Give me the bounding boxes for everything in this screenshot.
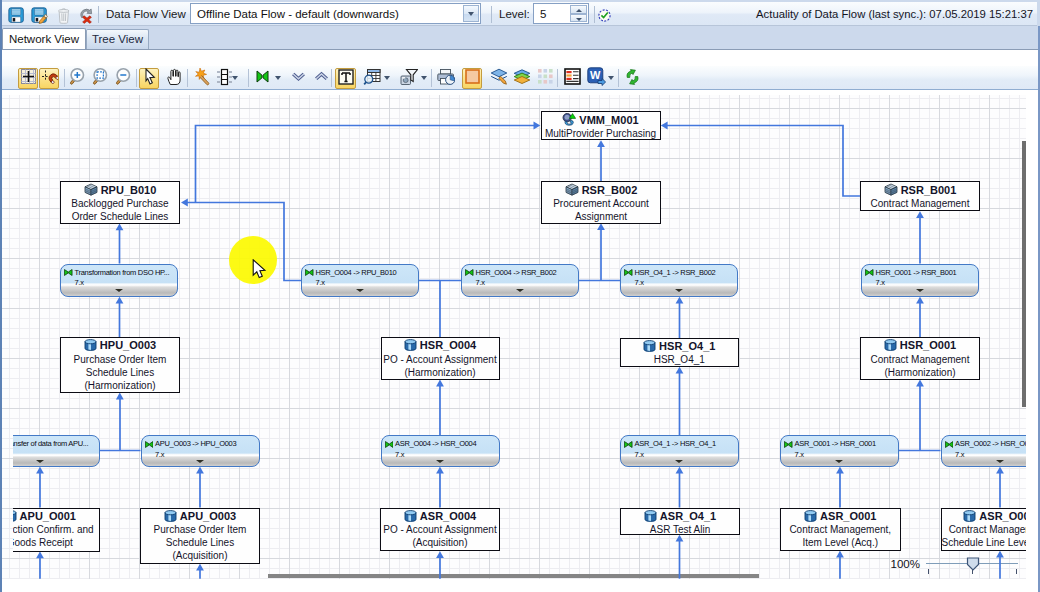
svg-text:W: W: [590, 70, 601, 82]
